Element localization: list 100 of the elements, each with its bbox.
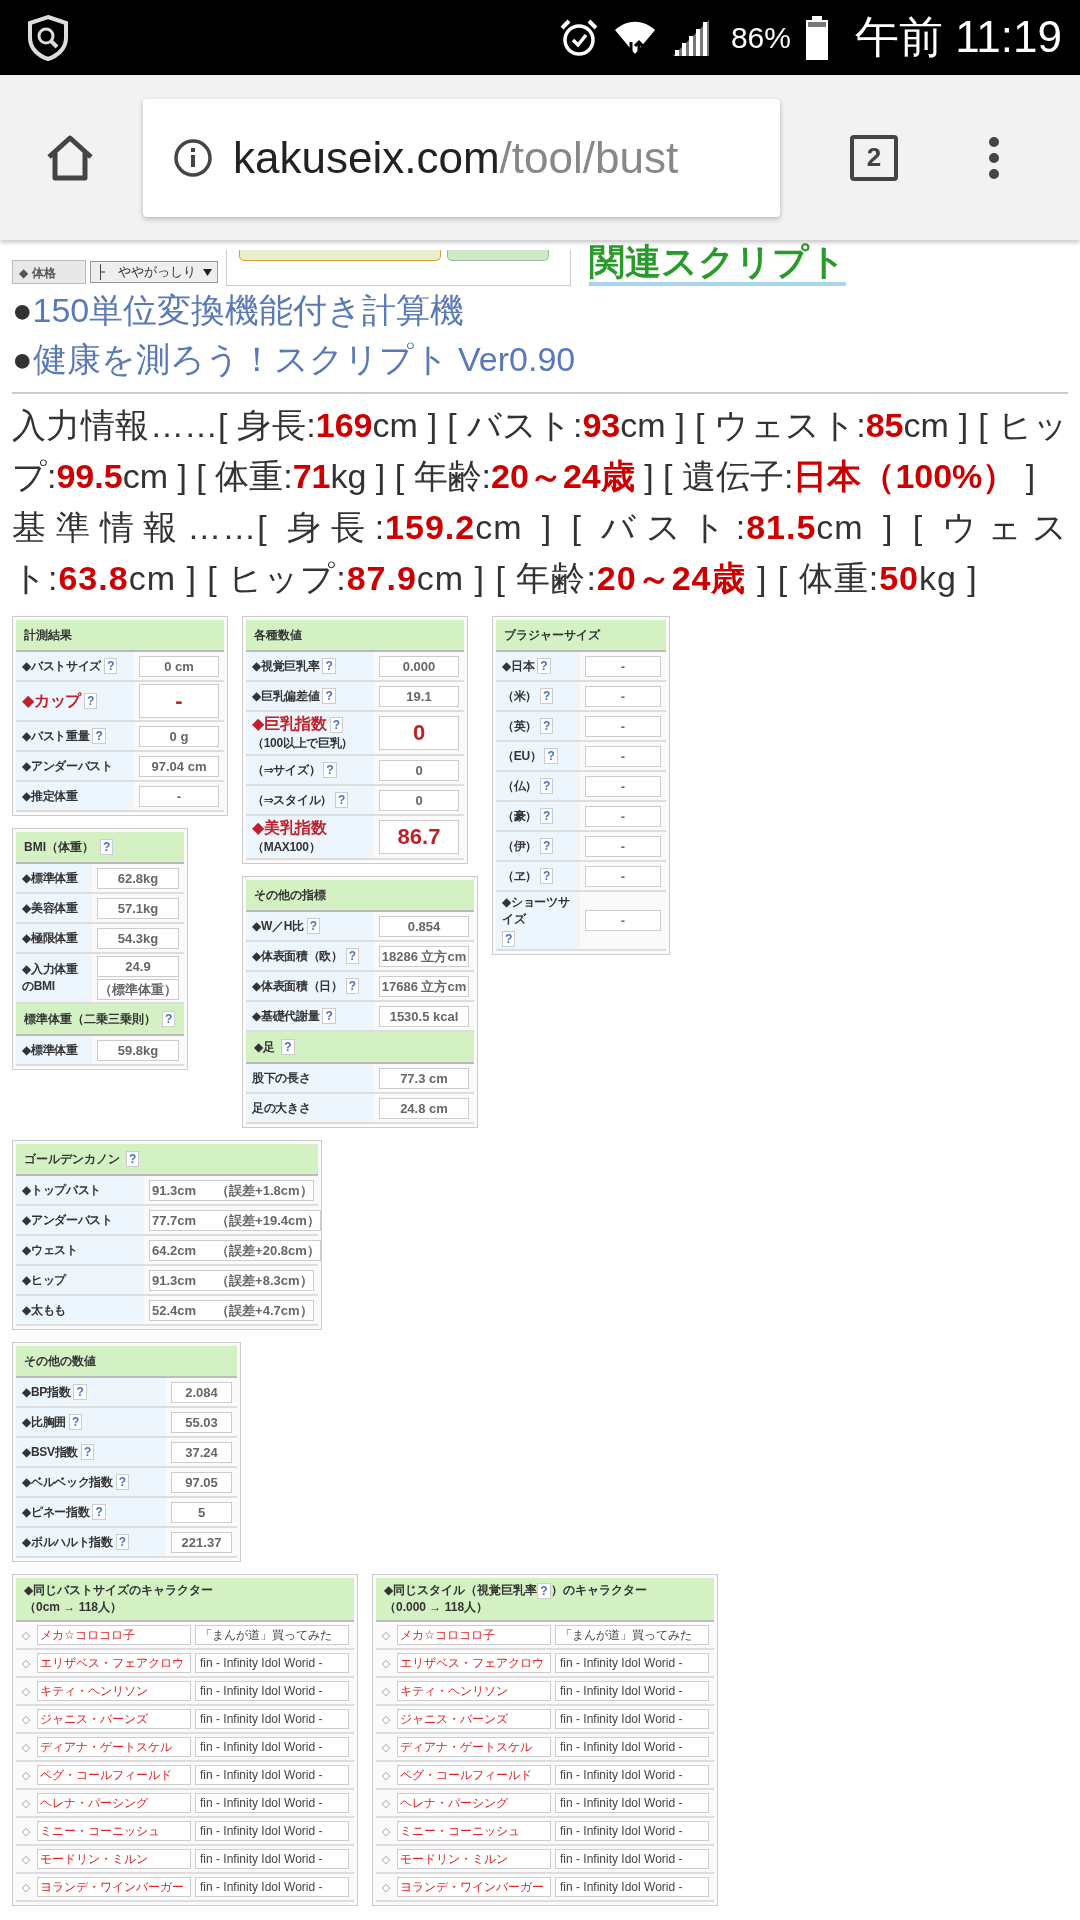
character-link[interactable]: モードリン・ミルン bbox=[397, 1849, 551, 1869]
help-button[interactable]: ? bbox=[345, 978, 360, 994]
help-button[interactable]: ? bbox=[345, 948, 360, 964]
character-link[interactable]: キティ・ヘンリソン bbox=[37, 1681, 191, 1701]
value-text: 91.3cm bbox=[152, 1272, 197, 1288]
row-bullet: ◇ bbox=[20, 1712, 32, 1726]
field-label: ◆太もも bbox=[22, 1301, 67, 1319]
bullet: ● bbox=[12, 291, 33, 329]
script-link[interactable]: 150単位変換機能付き計算機 bbox=[32, 291, 465, 329]
character-link[interactable]: エリザベス・フェアクロウ bbox=[37, 1653, 191, 1673]
tab-count-button[interactable]: 2 bbox=[850, 134, 898, 181]
help-button[interactable]: ? bbox=[329, 716, 344, 733]
url-field[interactable]: kakuseix.com/tool/bust bbox=[143, 98, 780, 217]
help-button[interactable]: ? bbox=[544, 748, 558, 764]
field-label: ◆バストサイズ bbox=[22, 657, 102, 675]
help-button[interactable]: ? bbox=[73, 1384, 87, 1400]
character-link[interactable]: エリザベス・フェアクロウ bbox=[397, 1653, 551, 1673]
help-button[interactable]: ? bbox=[322, 658, 336, 674]
help-button[interactable]: ? bbox=[540, 838, 554, 854]
character-link[interactable]: ミニー・コーニッシュ bbox=[37, 1821, 191, 1841]
help-button[interactable]: ? bbox=[81, 1444, 95, 1460]
value-field: 0 bbox=[379, 789, 459, 811]
character-link[interactable]: ヨランデ・ワインバーガー bbox=[397, 1877, 551, 1897]
battery-percent: 86% bbox=[730, 20, 791, 55]
help-button[interactable]: ? bbox=[540, 808, 554, 824]
help-button[interactable]: ? bbox=[281, 1039, 295, 1055]
source-field: fin - Infinity Idol Worid - bbox=[195, 1681, 349, 1701]
character-link[interactable]: ヘレナ・パーシング bbox=[37, 1793, 191, 1813]
row-bullet: ◇ bbox=[380, 1740, 392, 1754]
row-bullet: ◇ bbox=[20, 1852, 32, 1866]
value-field: （標準体重） bbox=[97, 979, 179, 1000]
help-button[interactable]: ? bbox=[84, 693, 98, 709]
character-link[interactable]: ディアナ・ゲートスケル bbox=[37, 1737, 191, 1757]
script-link[interactable]: 健康を測ろう！スクリプト Ver0.90 bbox=[32, 340, 576, 378]
character-link[interactable]: メカ☆コロコロ子 bbox=[397, 1625, 551, 1645]
field-label: ◆基礎代謝量 bbox=[252, 1007, 320, 1025]
character-link[interactable]: メカ☆コロコロ子 bbox=[37, 1625, 191, 1645]
home-icon[interactable] bbox=[45, 134, 95, 181]
value-field: - bbox=[585, 775, 661, 797]
help-button[interactable]: ? bbox=[502, 931, 516, 947]
section-heading: 関連スクリプト bbox=[589, 242, 846, 286]
value-field: - bbox=[139, 785, 219, 807]
field-label: ◆推定体重 bbox=[22, 787, 78, 805]
help-button[interactable]: ? bbox=[540, 688, 554, 704]
panel-title: 計測結果 bbox=[24, 626, 72, 644]
help-button[interactable]: ? bbox=[323, 762, 337, 778]
value-field: - bbox=[585, 835, 661, 857]
value-field: 17686 立方cm bbox=[379, 975, 469, 997]
help-button[interactable]: ? bbox=[104, 658, 118, 674]
field-label: ◆比胸囲 bbox=[22, 1413, 67, 1431]
help-button[interactable]: ? bbox=[115, 1534, 130, 1550]
value-field: 0 g bbox=[139, 725, 219, 747]
row-bullet: ◇ bbox=[380, 1656, 392, 1670]
help-button[interactable]: ? bbox=[115, 1474, 130, 1490]
help-button[interactable]: ? bbox=[334, 792, 349, 808]
source-field: fin - Infinity Idol Worid - bbox=[195, 1849, 349, 1869]
value-field: - bbox=[139, 684, 219, 718]
help-button[interactable]: ? bbox=[540, 778, 554, 794]
help-button[interactable]: ? bbox=[540, 718, 554, 734]
character-link[interactable]: ジャニス・バーンズ bbox=[397, 1709, 551, 1729]
character-link[interactable]: ディアナ・ゲートスケル bbox=[397, 1737, 551, 1757]
help-button[interactable]: ? bbox=[322, 1008, 336, 1024]
help-button[interactable]: ? bbox=[322, 688, 336, 704]
character-link[interactable]: ジャニス・バーンズ bbox=[37, 1709, 191, 1729]
value-text: 64.2cm bbox=[152, 1242, 197, 1258]
row-bullet: ◇ bbox=[380, 1880, 392, 1894]
panel-title: ◆同じスタイル（視覚巨乳率 bbox=[384, 1582, 538, 1599]
build-select[interactable]: ├ ややがっしり bbox=[90, 261, 218, 283]
character-link[interactable]: ミニー・コーニッシュ bbox=[397, 1821, 551, 1841]
source-field: fin - Infinity Idol Worid - bbox=[195, 1793, 349, 1813]
value-text: 77.7cm bbox=[152, 1212, 197, 1228]
character-link[interactable]: ヘレナ・パーシング bbox=[397, 1793, 551, 1813]
character-link[interactable]: キティ・ヘンリソン bbox=[397, 1681, 551, 1701]
panel-title: ゴールデンカノン bbox=[24, 1150, 120, 1168]
field-label: ◆トップバスト bbox=[22, 1181, 102, 1199]
help-button[interactable]: ? bbox=[306, 918, 321, 934]
field-label: 股下の長さ bbox=[252, 1069, 311, 1087]
value-field: 62.8kg bbox=[97, 867, 179, 889]
select-value: ├ ややがっしり bbox=[96, 263, 197, 281]
row-bullet: ◇ bbox=[380, 1824, 392, 1838]
help-button[interactable]: ? bbox=[126, 1151, 140, 1167]
field-note: （100以上で巨乳） bbox=[252, 735, 355, 752]
help-button[interactable]: ? bbox=[100, 839, 114, 855]
character-link[interactable]: ヨランデ・ワインバーガー bbox=[37, 1877, 191, 1897]
character-link[interactable]: モードリン・ミルン bbox=[37, 1849, 191, 1869]
field-label: ◆ベルベック指数 bbox=[22, 1473, 113, 1491]
help-button[interactable]: ? bbox=[92, 1504, 106, 1520]
field-label: ◆標準体重 bbox=[22, 869, 78, 887]
value-field: 59.8kg bbox=[97, 1039, 179, 1061]
character-link[interactable]: ペグ・コールフィールド bbox=[37, 1765, 191, 1785]
help-button[interactable]: ? bbox=[69, 1414, 83, 1430]
panel-title: ブラジャーサイズ bbox=[504, 626, 600, 644]
help-button[interactable]: ? bbox=[537, 1582, 551, 1599]
help-button[interactable]: ? bbox=[537, 658, 551, 674]
help-button[interactable]: ? bbox=[540, 868, 554, 884]
help-button[interactable]: ? bbox=[162, 1011, 176, 1027]
character-link[interactable]: ペグ・コールフィールド bbox=[397, 1765, 551, 1785]
help-button[interactable]: ? bbox=[92, 728, 106, 744]
menu-icon[interactable] bbox=[988, 135, 1000, 180]
value-field: 37.24 bbox=[171, 1441, 232, 1463]
